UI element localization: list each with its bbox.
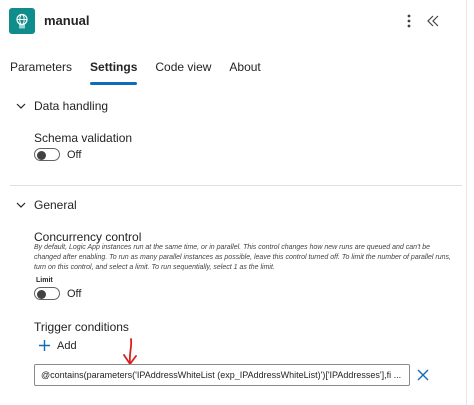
toggle-knob — [37, 150, 46, 160]
trigger-globe-icon — [9, 8, 35, 34]
chevron-down-icon — [16, 202, 26, 208]
more-vertical-icon[interactable] — [404, 13, 414, 29]
tab-about[interactable]: About — [229, 60, 260, 90]
section-title: General — [34, 198, 77, 212]
double-chevron-left-icon[interactable] — [426, 13, 440, 29]
toggle-knob — [37, 289, 46, 299]
tab-bar: Parameters Settings Code view About — [10, 60, 279, 90]
tab-code-view[interactable]: Code view — [155, 60, 211, 90]
toggle-state-text: Off — [67, 287, 82, 300]
section-title: Data handling — [34, 99, 109, 113]
add-label: Add — [57, 339, 77, 352]
section-general-header[interactable]: General — [14, 196, 77, 214]
section-divider — [10, 185, 462, 186]
schema-validation-toggle[interactable]: Off — [34, 148, 81, 161]
tab-parameters[interactable]: Parameters — [10, 60, 72, 90]
limit-label: Limit — [36, 277, 53, 284]
toggle-state-text: Off — [67, 148, 82, 161]
section-data-handling-header[interactable]: Data handling — [14, 97, 108, 115]
settings-panel: manual Parameters Settings Code view Abo… — [0, 0, 474, 405]
trigger-condition-value: @contains(parameters('IPAddressWhiteList… — [41, 370, 402, 380]
schema-validation-label: Schema validation — [34, 131, 133, 145]
panel-border — [466, 0, 467, 405]
concurrency-control-label: Concurrency control — [34, 230, 142, 244]
concurrency-toggle[interactable]: Off — [34, 287, 81, 300]
tab-settings[interactable]: Settings — [90, 60, 138, 90]
trigger-condition-input[interactable]: @contains(parameters('IPAddressWhiteList… — [34, 364, 410, 386]
toggle-track — [34, 287, 60, 300]
toggle-track — [34, 148, 60, 161]
add-condition-button[interactable]: Add — [38, 339, 77, 352]
close-icon[interactable] — [416, 368, 430, 382]
chevron-down-icon — [16, 103, 26, 109]
concurrency-description: By default, Logic App instances run at t… — [34, 244, 451, 271]
plus-icon — [39, 340, 50, 351]
panel-title: manual — [44, 13, 90, 28]
red-arrow-annotation-icon — [123, 338, 137, 365]
trigger-conditions-label: Trigger conditions — [34, 320, 129, 334]
